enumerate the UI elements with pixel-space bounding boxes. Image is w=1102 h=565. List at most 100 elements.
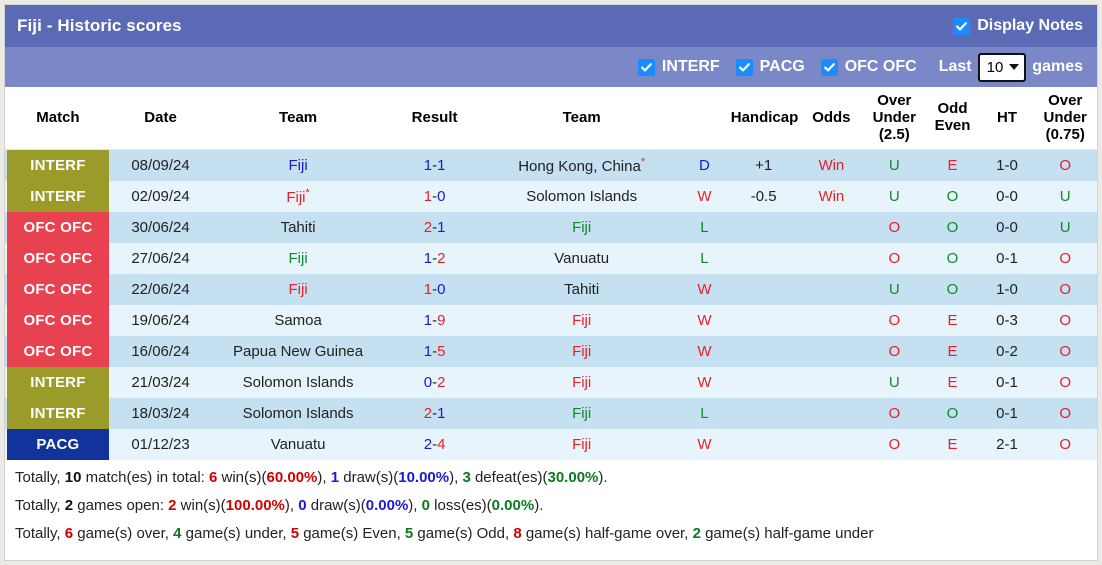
away-team-name[interactable]: Fiji	[572, 219, 591, 236]
score-cell[interactable]: 1-0	[385, 181, 484, 213]
table-row[interactable]: OFC OFC 16/06/24 Papua New Guinea 1-5 Fiji W O…	[5, 336, 1097, 368]
match-cell[interactable]: OFC OFC	[5, 274, 111, 306]
col-result[interactable]: Result	[385, 87, 484, 151]
away-team-name[interactable]: Vanuatu	[554, 250, 609, 267]
away-team-name[interactable]: Solomon Islands	[526, 188, 637, 205]
ofc-checkbox[interactable]	[820, 58, 838, 76]
away-team-cell[interactable]: Fiji	[483, 305, 681, 337]
home-team-cell[interactable]: Fiji	[210, 243, 386, 275]
away-team-name[interactable]: Fiji	[572, 405, 591, 422]
score-home: 1	[423, 343, 433, 361]
ht-cell: 0-3	[980, 305, 1034, 337]
score-cell[interactable]: 1-1	[385, 149, 484, 182]
home-team-cell[interactable]: Solomon Islands	[210, 367, 386, 399]
away-team-cell[interactable]: Fiji	[483, 367, 681, 399]
pacg-checkbox[interactable]	[735, 58, 753, 76]
home-team-cell[interactable]: Samoa	[210, 305, 386, 337]
home-team-cell[interactable]: Solomon Islands	[210, 398, 386, 430]
away-team-name[interactable]: Fiji	[572, 343, 591, 360]
filter-toggle-ofc[interactable]: OFC OFC	[820, 58, 917, 76]
score-cell[interactable]: 0-2	[385, 367, 484, 399]
result-cell: D	[680, 149, 729, 182]
home-team-name[interactable]: Fiji	[289, 281, 308, 298]
competition-badge: PACG	[7, 429, 109, 461]
score-cell[interactable]: 1-2	[385, 243, 484, 275]
table-row[interactable]: INTERF 08/09/24 Fiji 1-1 Hong Kong, China* D +…	[5, 149, 1097, 182]
match-cell[interactable]: OFC OFC	[5, 212, 111, 244]
table-row[interactable]: INTERF 21/03/24 Solomon Islands 0-2 Fiji W U E 0…	[5, 367, 1097, 399]
display-notes-checkbox[interactable]	[953, 17, 971, 35]
home-team-name[interactable]: Solomon Islands	[243, 374, 354, 391]
home-team-name[interactable]: Vanuatu	[271, 436, 326, 453]
col-odd-even[interactable]: Odd Even	[924, 87, 981, 151]
score-cell[interactable]: 2-1	[385, 398, 484, 430]
date-cell: 30/06/24	[110, 212, 211, 244]
away-team-cell[interactable]: Tahiti	[483, 274, 681, 306]
score-cell[interactable]: 2-4	[385, 429, 484, 461]
score-cell[interactable]: 2-1	[385, 212, 484, 244]
col-date[interactable]: Date	[110, 87, 211, 151]
table-row[interactable]: OFC OFC 22/06/24 Fiji 1-0 Tahiti W U O 1-0 O	[5, 274, 1097, 306]
match-cell[interactable]: INTERF	[5, 181, 111, 213]
last-games-select[interactable]: 10	[977, 52, 1027, 82]
score-cell[interactable]: 1-0	[385, 274, 484, 306]
away-team-name[interactable]: Fiji	[572, 312, 591, 329]
away-team-name[interactable]: Fiji	[572, 374, 591, 391]
interf-checkbox[interactable]	[637, 58, 655, 76]
away-team-name[interactable]: Hong Kong, China	[518, 158, 641, 175]
match-cell[interactable]: PACG	[5, 429, 111, 461]
score-away: 0	[437, 188, 446, 206]
filter-toggle-interf[interactable]: INTERF	[637, 58, 720, 76]
away-team-cell[interactable]: Solomon Islands	[483, 181, 681, 213]
away-team-cell[interactable]: Fiji	[483, 429, 681, 461]
away-team-cell[interactable]: Hong Kong, China*	[483, 149, 681, 182]
score-cell[interactable]: 1-9	[385, 305, 484, 337]
match-cell[interactable]: INTERF	[5, 367, 111, 399]
table-row[interactable]: INTERF 18/03/24 Solomon Islands 2-1 Fiji L O O 0…	[5, 398, 1097, 430]
table-row[interactable]: INTERF 02/09/24 Fiji* 1-0 Solomon Islands W -0…	[5, 181, 1097, 213]
col-over-under-25[interactable]: Over Under (2.5)	[864, 87, 925, 151]
home-team-name[interactable]: Fiji	[289, 157, 308, 174]
col-match[interactable]: Match	[5, 87, 111, 151]
home-team-name[interactable]: Tahiti	[281, 219, 316, 236]
home-team-cell[interactable]: Papua New Guinea	[210, 336, 386, 368]
col-away-team[interactable]: Team	[483, 87, 681, 151]
away-team-cell[interactable]: Fiji	[483, 398, 681, 430]
match-cell[interactable]: INTERF	[5, 149, 111, 182]
games-over: 6	[64, 524, 74, 542]
home-team-cell[interactable]: Tahiti	[210, 212, 386, 244]
home-team-name[interactable]: Papua New Guinea	[233, 343, 363, 360]
over-under-25-cell: O	[864, 243, 925, 275]
col-odds[interactable]: Odds	[798, 87, 865, 151]
match-cell[interactable]: OFC OFC	[5, 305, 111, 337]
score-cell[interactable]: 1-5	[385, 336, 484, 368]
home-team-name[interactable]: Samoa	[274, 312, 322, 329]
open-loss-pct: 0.00%	[491, 497, 535, 515]
display-notes-toggle[interactable]: Display Notes	[953, 17, 1083, 35]
home-team-cell[interactable]: Fiji*	[210, 181, 386, 213]
col-ht[interactable]: HT	[980, 87, 1034, 151]
away-team-name[interactable]: Tahiti	[564, 281, 599, 298]
match-cell[interactable]: OFC OFC	[5, 336, 111, 368]
home-team-name[interactable]: Fiji	[289, 250, 308, 267]
last-games-control: Last 10 games	[939, 52, 1083, 82]
away-team-cell[interactable]: Fiji	[483, 212, 681, 244]
away-team-cell[interactable]: Fiji	[483, 336, 681, 368]
away-team-cell[interactable]: Vanuatu	[483, 243, 681, 275]
filter-toggle-pacg[interactable]: PACG	[735, 58, 805, 76]
table-row[interactable]: OFC OFC 27/06/24 Fiji 1-2 Vanuatu L O O 0-1 O	[5, 243, 1097, 275]
col-handicap[interactable]: Handicap	[728, 87, 799, 151]
home-team-name[interactable]: Fiji	[286, 189, 305, 206]
away-team-name[interactable]: Fiji	[572, 436, 591, 453]
home-team-cell[interactable]: Vanuatu	[210, 429, 386, 461]
col-over-under-075[interactable]: Over Under (0.75)	[1033, 87, 1097, 151]
match-cell[interactable]: INTERF	[5, 398, 111, 430]
home-team-cell[interactable]: Fiji	[210, 274, 386, 306]
col-home-team[interactable]: Team	[210, 87, 386, 151]
home-team-cell[interactable]: Fiji	[210, 149, 386, 182]
table-row[interactable]: PACG 01/12/23 Vanuatu 2-4 Fiji W O E 2-1 O	[5, 429, 1097, 461]
match-cell[interactable]: OFC OFC	[5, 243, 111, 275]
home-team-name[interactable]: Solomon Islands	[243, 405, 354, 422]
table-row[interactable]: OFC OFC 19/06/24 Samoa 1-9 Fiji W O E 0-3 O	[5, 305, 1097, 337]
table-row[interactable]: OFC OFC 30/06/24 Tahiti 2-1 Fiji L O O 0-0 U	[5, 212, 1097, 244]
